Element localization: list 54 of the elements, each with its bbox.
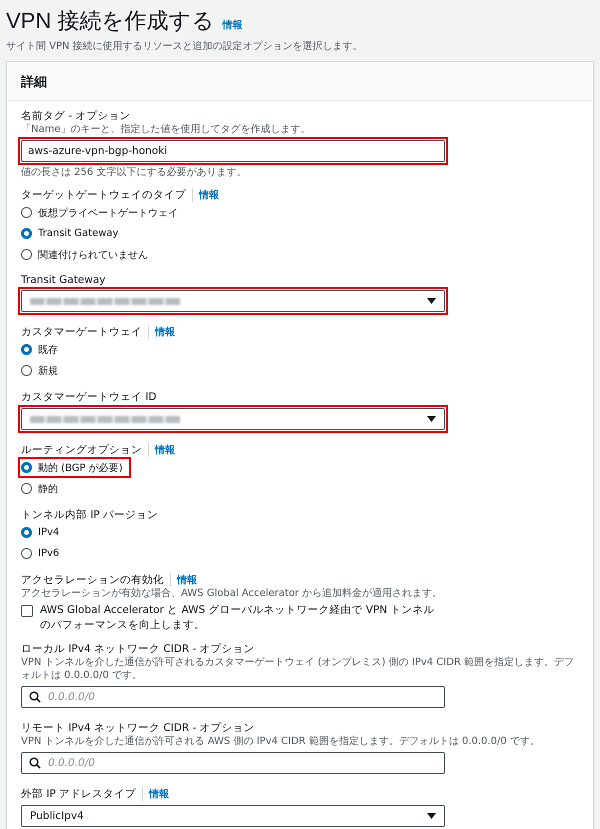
radio-label: 仮想プライベートゲートウェイ — [38, 206, 178, 220]
panel-title: 詳細 — [21, 75, 47, 90]
field-label: リモート IPv4 ネットワーク CIDR - オプション — [21, 721, 255, 736]
radio-label: IPv6 — [38, 548, 60, 559]
info-link[interactable]: 情報 — [177, 573, 197, 587]
radio-button[interactable] — [21, 527, 32, 538]
field-label: カスタマーゲートウェイ ID — [21, 390, 157, 404]
radio-button[interactable] — [21, 344, 32, 355]
info-link[interactable]: 情報 — [155, 325, 175, 339]
caret-icon — [427, 416, 436, 422]
field-label: 名前タグ - オプション — [21, 109, 130, 123]
radio-label: Transit Gateway — [38, 228, 118, 239]
field-label: ターゲットゲートウェイのタイプ — [21, 188, 186, 202]
info-link[interactable]: 情報 — [222, 18, 242, 32]
field-label: Transit Gateway — [21, 274, 106, 286]
field-label: アクセラレーションの有効化 — [21, 573, 164, 587]
caret-icon — [427, 298, 436, 304]
radio-label: IPv4 — [38, 527, 60, 538]
search-field[interactable]: 0.0.0.0/0 — [21, 686, 445, 708]
field-description: VPN トンネルを介した通信が許可されるカスタマーゲートウェイ (オンプレミス) 側の IPv4 CIDR 範囲を指定します。デフォルトは 0.0.0.0/0 です。 — [21, 656, 576, 682]
field-label: 外部 IP アドレスタイプ — [21, 787, 136, 802]
search-field[interactable]: 0.0.0.0/0 — [21, 752, 445, 774]
field-description: アクセラレーションが有効な場合、AWS Global Accelerator から追加料金が適用されます。 — [21, 587, 444, 600]
radio-label: 関連付けられていません — [38, 248, 148, 262]
info-link[interactable]: 情報 — [155, 443, 175, 457]
field-label: カスタマーゲートウェイ — [21, 325, 142, 339]
name-input[interactable]: aws-azure-vpn-bgp-honoki — [21, 140, 445, 162]
checkbox[interactable] — [21, 605, 33, 617]
radio-button[interactable] — [21, 462, 32, 473]
checkbox-label: AWS Global Accelerator と AWS グローバルネットワーク経由で VPN トンネルのパフォーマンスを向上します。 — [40, 603, 436, 634]
search-icon — [29, 691, 41, 704]
radio-label: 新規 — [38, 364, 58, 378]
info-link[interactable]: 情報 — [149, 787, 170, 802]
radio-button[interactable] — [21, 365, 32, 376]
radio-label: 動的 (BGP が必要) — [38, 462, 123, 474]
page-title: VPN 接続を作成する — [6, 7, 214, 35]
radio-button[interactable] — [21, 548, 32, 559]
page-description: サイト間 VPN 接続に使用するリソースと追加の設定オプションを選択します。 — [6, 40, 364, 53]
select-dropdown[interactable]: PublicIpv4 — [21, 805, 445, 828]
radio-label: 静的 — [38, 482, 58, 496]
field-label: ローカル IPv4 ネットワーク CIDR - オプション — [21, 642, 255, 656]
field-description: VPN トンネルを介した通信が許可される AWS 側の IPv4 CIDR 範囲を指定します。デフォルトは 0.0.0.0/0 です。 — [21, 735, 541, 748]
radio-label: 既存 — [38, 344, 58, 356]
constraint-text: 値の長さは 256 文字以下にする必要があります。 — [21, 166, 248, 179]
caret-icon — [427, 813, 436, 820]
radio-button[interactable] — [21, 228, 32, 239]
radio-button[interactable] — [21, 483, 32, 494]
field-description: 「Name」のキーと、指定した値を使用してタグを作成します。 — [21, 123, 312, 136]
radio-button[interactable] — [21, 249, 32, 260]
radio-button[interactable] — [21, 207, 32, 218]
field-label: ルーティングオプション — [21, 443, 142, 457]
field-label: トンネル内部 IP バージョン — [21, 508, 158, 522]
info-link[interactable]: 情報 — [199, 188, 219, 202]
search-icon — [29, 757, 41, 770]
